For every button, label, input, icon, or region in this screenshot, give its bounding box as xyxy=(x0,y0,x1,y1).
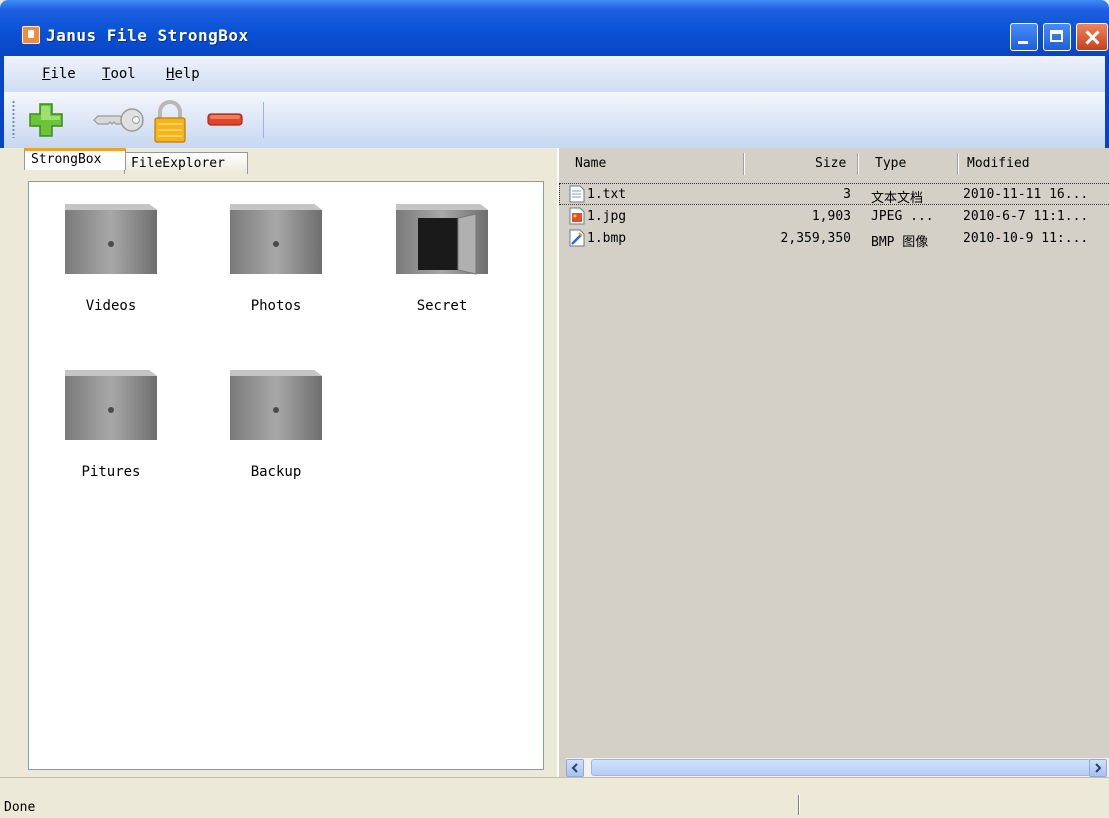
status-text: Done xyxy=(4,800,36,815)
menu-tool[interactable]: Tool xyxy=(102,66,136,82)
menu-bar: File Tool Help xyxy=(0,56,1109,92)
plus-icon[interactable] xyxy=(26,100,66,140)
column-divider[interactable] xyxy=(957,153,958,175)
chevron-right-icon xyxy=(1095,763,1102,773)
column-header-size[interactable]: Size xyxy=(815,156,846,171)
key-icon[interactable] xyxy=(90,100,146,140)
strongbox-item[interactable]: Videos xyxy=(51,198,171,314)
horizontal-scrollbar[interactable] xyxy=(566,757,1109,778)
text-file-icon xyxy=(569,185,585,203)
status-bar: Done xyxy=(0,777,1109,818)
menu-help[interactable]: Help xyxy=(166,66,200,82)
closed-safe-icon xyxy=(65,370,157,440)
column-divider[interactable] xyxy=(743,153,744,175)
tab-fileexplorer[interactable]: FileExplorer xyxy=(124,152,248,174)
chevron-left-icon xyxy=(571,763,578,773)
title-bar[interactable]: Janus File StrongBox xyxy=(0,0,1109,56)
minus-icon[interactable] xyxy=(206,112,244,128)
strongbox-item[interactable]: Secret xyxy=(382,198,502,314)
column-header-type[interactable]: Type xyxy=(875,156,906,171)
strongbox-item[interactable]: Backup xyxy=(216,364,336,480)
bmp-file-icon xyxy=(569,229,585,247)
window-title: Janus File StrongBox xyxy=(46,26,249,45)
toolbar-separator xyxy=(263,102,264,138)
toolbar-grip[interactable] xyxy=(12,100,15,138)
jpeg-file-icon xyxy=(569,207,585,225)
column-header-modified[interactable]: Modified xyxy=(967,156,1030,171)
file-row[interactable]: 1.txt 3 文本文档 2010-11-11 16... xyxy=(559,183,1109,206)
lock-icon[interactable] xyxy=(150,100,190,144)
app-lock-icon xyxy=(22,26,40,44)
scroll-left-button[interactable] xyxy=(566,759,584,777)
column-header-name[interactable]: Name xyxy=(575,156,606,171)
file-row[interactable]: 1.bmp 2,359,350 BMP 图像 2010-10-9 11:... xyxy=(559,227,1109,250)
strongbox-item[interactable]: Pitures xyxy=(51,364,171,480)
minimize-button[interactable] xyxy=(1010,23,1038,51)
file-list-pane: Name Size Type Modified 1.txt 3 文本文档 201… xyxy=(557,148,1109,777)
menu-file[interactable]: File xyxy=(42,66,76,82)
closed-safe-icon xyxy=(230,204,322,274)
status-divider xyxy=(798,795,799,815)
tab-strongbox[interactable]: StrongBox xyxy=(24,148,126,170)
open-safe-icon xyxy=(396,204,488,275)
strongbox-item[interactable]: Photos xyxy=(216,198,336,314)
closed-safe-icon xyxy=(65,204,157,274)
file-row[interactable]: 1.jpg 1,903 JPEG ... 2010-6-7 11:1... xyxy=(559,205,1109,227)
column-divider[interactable] xyxy=(857,153,858,175)
scroll-thumb[interactable] xyxy=(591,759,1091,776)
maximize-button[interactable] xyxy=(1043,23,1071,51)
scroll-right-button[interactable] xyxy=(1089,759,1107,777)
closed-safe-icon xyxy=(230,370,322,440)
close-button[interactable] xyxy=(1076,23,1108,51)
